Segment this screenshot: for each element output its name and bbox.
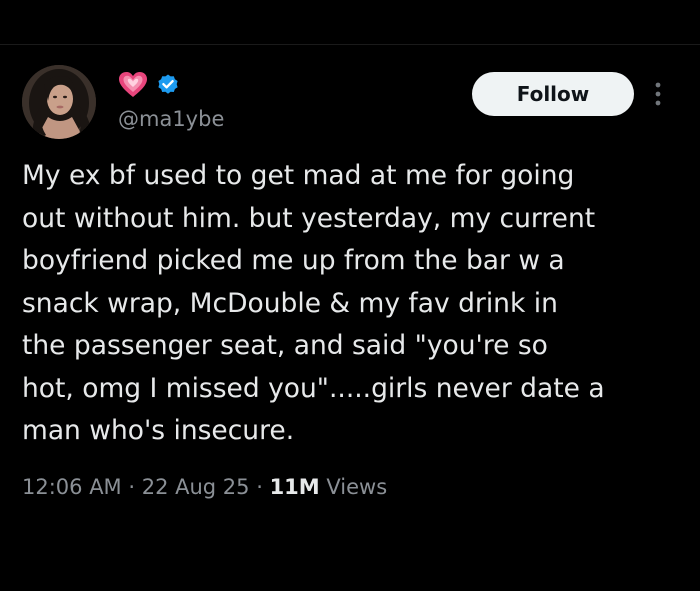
- avatar[interactable]: [22, 65, 96, 139]
- meta-separator: ·: [249, 475, 270, 499]
- tweet-card: @ma1ybe Follow My ex bf used to get mad …: [0, 45, 700, 591]
- tweet-text: My ex bf used to get mad at me for going…: [22, 160, 605, 446]
- follow-button[interactable]: Follow: [472, 72, 634, 116]
- heart-emoji-icon: [118, 71, 148, 102]
- views-label: Views: [326, 475, 388, 499]
- author-handle[interactable]: @ma1ybe: [118, 107, 224, 131]
- tweet-date[interactable]: 22 Aug 25: [142, 475, 250, 499]
- verified-badge-icon[interactable]: [156, 73, 180, 101]
- more-options-icon[interactable]: [650, 81, 666, 107]
- tweet-metadata: 12:06 AM · 22 Aug 25 · 11M Views: [22, 475, 387, 499]
- tweet-time[interactable]: 12:06 AM: [22, 475, 122, 499]
- views-count[interactable]: 11M: [270, 475, 320, 499]
- meta-separator: ·: [121, 475, 142, 499]
- author-name-row: [118, 71, 180, 102]
- avatar-image: [22, 65, 96, 139]
